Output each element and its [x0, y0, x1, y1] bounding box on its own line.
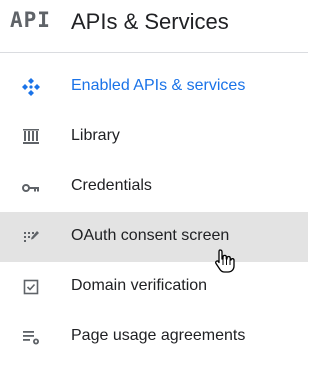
sidebar-item-enabled-apis[interactable]: Enabled APIs & services	[0, 62, 308, 112]
key-icon	[22, 184, 39, 192]
page-title: APIs & Services	[71, 9, 229, 34]
sidebar-header: API APIs & Services	[0, 0, 308, 53]
apis-diamond-icon	[22, 78, 40, 96]
sidebar-item-label: Page usage agreements	[71, 327, 246, 344]
consent-screen-icon	[24, 231, 39, 242]
sidebar-nav: Enabled APIs & services Library Credenti…	[0, 62, 308, 362]
sidebar-item-label: Enabled APIs & services	[71, 77, 246, 94]
sidebar-item-credentials[interactable]: Credentials	[0, 162, 308, 212]
sidebar-item-label: Library	[71, 127, 120, 144]
sidebar-item-oauth-consent[interactable]: OAuth consent screen	[0, 212, 308, 262]
sidebar-item-library[interactable]: Library	[0, 112, 308, 162]
sidebar-item-domain-verification[interactable]: Domain verification	[0, 262, 308, 312]
sidebar-item-label: Credentials	[71, 177, 152, 194]
settings-list-icon	[23, 331, 39, 345]
sidebar-item-label: OAuth consent screen	[71, 227, 230, 244]
sidebar-item-label: Domain verification	[71, 277, 208, 294]
library-icon	[23, 129, 39, 144]
api-logo: API	[10, 8, 51, 32]
sidebar-item-page-usage[interactable]: Page usage agreements	[0, 312, 308, 362]
checkbox-icon	[23, 279, 39, 295]
apis-services-sidebar: API APIs & Services Enabled APIs & servi…	[0, 0, 308, 367]
